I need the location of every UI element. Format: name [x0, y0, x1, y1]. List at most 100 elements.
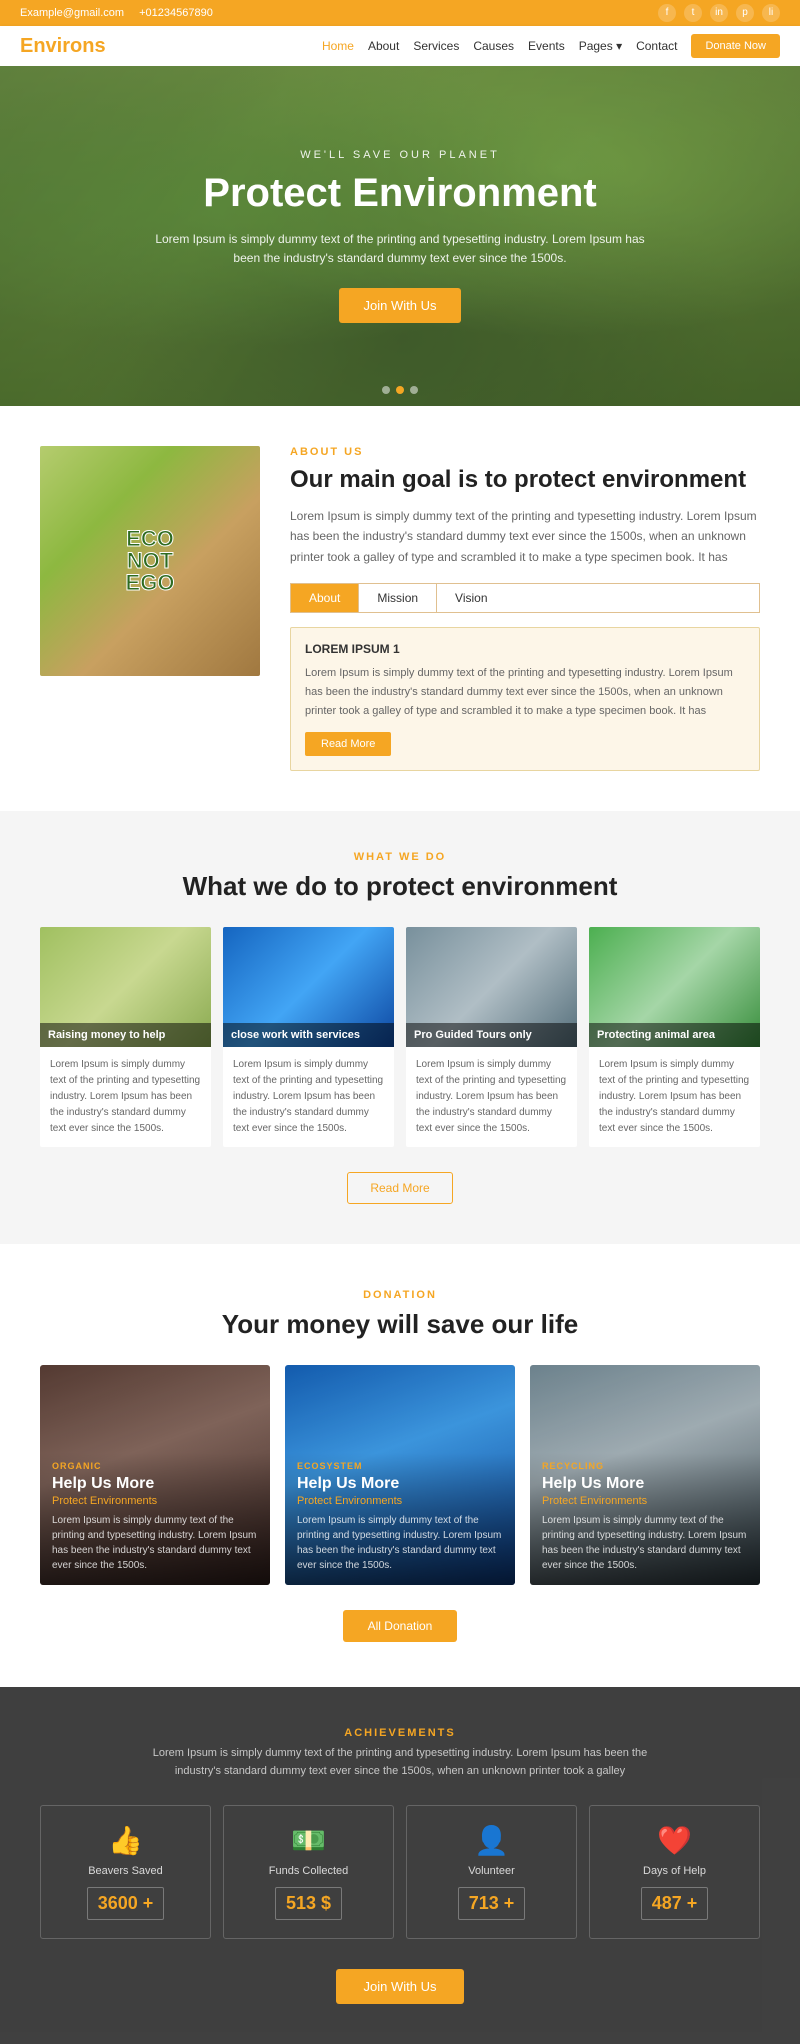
what-card-4-bg: Protecting animal area	[589, 927, 760, 1047]
money-icon: 💵	[236, 1824, 381, 1857]
what-card-4-desc: Lorem Ipsum is simply dummy text of the …	[599, 1057, 750, 1137]
what-card-3-image: Pro Guided Tours only	[406, 927, 577, 1047]
what-card-4-label: Protecting animal area	[589, 1023, 760, 1047]
donation-card-2-title: Help Us More	[297, 1475, 503, 1493]
site-logo[interactable]: Environs	[20, 35, 106, 58]
stat-funds-label: Funds Collected	[236, 1865, 381, 1877]
donation-tag: DONATION	[40, 1289, 760, 1301]
lorem-heading: LOREM IPSUM 1	[305, 642, 745, 656]
achievements-description: Lorem Ipsum is simply dummy text of the …	[150, 1745, 650, 1780]
donation-card-2-desc: Lorem Ipsum is simply dummy text of the …	[297, 1513, 503, 1573]
what-card-4-image: Protecting animal area	[589, 927, 760, 1047]
achievements-content: ACHIEVEMENTS Lorem Ipsum is simply dummy…	[40, 1727, 760, 2004]
what-card-4: Protecting animal area Lorem Ipsum is si…	[589, 927, 760, 1147]
donation-card-1[interactable]: ORGANIC Help Us More Protect Environment…	[40, 1365, 270, 1585]
what-section: WHAT WE DO What we do to protect environ…	[0, 811, 800, 1244]
what-card-4-body: Lorem Ipsum is simply dummy text of the …	[589, 1047, 760, 1147]
tab-about[interactable]: About	[291, 584, 359, 612]
tab-vision[interactable]: Vision	[437, 584, 505, 612]
twitter-icon[interactable]: t	[684, 4, 702, 22]
what-card-2-body: Lorem Ipsum is simply dummy text of the …	[223, 1047, 394, 1147]
eco-art-placeholder: ECONOTEGO	[40, 446, 260, 676]
nav-events[interactable]: Events	[528, 39, 565, 53]
stat-funds-value: 513 $	[275, 1887, 342, 1920]
about-tag: ABOUT US	[290, 446, 760, 458]
hero-content: WE'LL SAVE OUR PLANET Protect Environmen…	[150, 149, 650, 323]
tab-mission[interactable]: Mission	[359, 584, 437, 612]
what-card-1-bg: Raising money to help	[40, 927, 211, 1047]
nav-causes[interactable]: Causes	[473, 39, 514, 53]
hero-section: WE'LL SAVE OUR PLANET Protect Environmen…	[0, 66, 800, 406]
about-title: Our main goal is to protect environment	[290, 466, 760, 494]
thumbs-up-icon: 👍	[53, 1824, 198, 1857]
nav-about[interactable]: About	[368, 39, 399, 53]
nav-links: Home About Services Causes Events Pages …	[322, 34, 780, 58]
what-cards-grid: Raising money to help Lorem Ipsum is sim…	[40, 927, 760, 1147]
donation-card-2[interactable]: ECOSYSTEM Help Us More Protect Environme…	[285, 1365, 515, 1585]
stat-volunteer-label: Volunteer	[419, 1865, 564, 1877]
what-card-1-body: Lorem Ipsum is simply dummy text of the …	[40, 1047, 211, 1147]
pinterest-icon[interactable]: p	[736, 4, 754, 22]
donation-card-3[interactable]: RECYCLING Help Us More Protect Environme…	[530, 1365, 760, 1585]
what-title: What we do to protect environment	[40, 871, 760, 902]
donation-card-2-content: ECOSYSTEM Help Us More Protect Environme…	[285, 1449, 515, 1585]
about-image: ECONOTEGO	[40, 446, 260, 676]
stat-volunteer-value: 713 +	[458, 1887, 526, 1920]
donation-cards-grid: ORGANIC Help Us More Protect Environment…	[40, 1365, 760, 1585]
nav-contact[interactable]: Contact	[636, 39, 677, 53]
stat-days: ❤️ Days of Help 487 +	[589, 1805, 760, 1939]
top-bar-contact: Example@gmail.com +01234567890	[20, 7, 213, 19]
eco-sign-text: ECONOTEGO	[126, 528, 175, 594]
hero-join-button[interactable]: Join With Us	[339, 288, 462, 323]
what-card-2-bg: close work with services	[223, 927, 394, 1047]
what-card-3-bg: Pro Guided Tours only	[406, 927, 577, 1047]
navbar-donate-button[interactable]: Donate Now	[691, 34, 780, 58]
top-bar: Example@gmail.com +01234567890 f t in p …	[0, 0, 800, 26]
donation-card-1-desc: Lorem Ipsum is simply dummy text of the …	[52, 1513, 258, 1573]
about-tabs: About Mission Vision	[290, 583, 760, 613]
hero-title: Protect Environment	[150, 171, 650, 215]
what-card-3-body: Lorem Ipsum is simply dummy text of the …	[406, 1047, 577, 1147]
instagram-icon[interactable]: in	[710, 4, 728, 22]
hero-dot-3[interactable]	[410, 386, 418, 394]
nav-services[interactable]: Services	[413, 39, 459, 53]
hero-dot-2[interactable]	[396, 386, 404, 394]
stat-volunteer: 👤 Volunteer 713 +	[406, 1805, 577, 1939]
what-card-3-label: Pro Guided Tours only	[406, 1023, 577, 1047]
nav-home[interactable]: Home	[322, 39, 354, 53]
stat-beavers-value: 3600 +	[87, 1887, 165, 1920]
donation-card-3-desc: Lorem Ipsum is simply dummy text of the …	[542, 1513, 748, 1573]
what-read-more-button[interactable]: Read More	[347, 1172, 452, 1204]
stat-beavers: 👍 Beavers Saved 3600 +	[40, 1805, 211, 1939]
about-content: ABOUT US Our main goal is to protect env…	[290, 446, 760, 771]
donation-card-1-subtitle: Protect Environments	[52, 1495, 258, 1507]
donation-title: Your money will save our life	[40, 1309, 760, 1340]
donation-card-1-tag: ORGANIC	[52, 1461, 258, 1471]
donation-card-3-tag: RECYCLING	[542, 1461, 748, 1471]
lorem-body: Lorem Ipsum is simply dummy text of the …	[305, 664, 745, 720]
person-icon: 👤	[419, 1824, 564, 1857]
linkedin-icon[interactable]: li	[762, 4, 780, 22]
donation-card-1-content: ORGANIC Help Us More Protect Environment…	[40, 1449, 270, 1585]
lorem-box: LOREM IPSUM 1 Lorem Ipsum is simply dumm…	[290, 627, 760, 771]
hero-dot-1[interactable]	[382, 386, 390, 394]
stat-funds: 💵 Funds Collected 513 $	[223, 1805, 394, 1939]
what-card-1-label: Raising money to help	[40, 1023, 211, 1047]
achievements-join-button[interactable]: Join With Us	[336, 1969, 465, 2004]
donation-card-3-subtitle: Protect Environments	[542, 1495, 748, 1507]
nav-pages[interactable]: Pages ▾	[579, 39, 622, 53]
navbar: Environs Home About Services Causes Even…	[0, 26, 800, 66]
what-card-3-desc: Lorem Ipsum is simply dummy text of the …	[416, 1057, 567, 1137]
achievements-section: ACHIEVEMENTS Lorem Ipsum is simply dummy…	[0, 1687, 800, 2044]
stat-days-value: 487 +	[641, 1887, 709, 1920]
donation-card-3-title: Help Us More	[542, 1475, 748, 1493]
what-card-1: Raising money to help Lorem Ipsum is sim…	[40, 927, 211, 1147]
donation-card-3-content: RECYCLING Help Us More Protect Environme…	[530, 1449, 760, 1585]
donation-card-1-title: Help Us More	[52, 1475, 258, 1493]
about-read-more-button[interactable]: Read More	[305, 732, 391, 756]
all-donation-button[interactable]: All Donation	[343, 1610, 458, 1642]
facebook-icon[interactable]: f	[658, 4, 676, 22]
heart-icon: ❤️	[602, 1824, 747, 1857]
stats-grid: 👍 Beavers Saved 3600 + 💵 Funds Collected…	[40, 1805, 760, 1939]
stat-days-label: Days of Help	[602, 1865, 747, 1877]
